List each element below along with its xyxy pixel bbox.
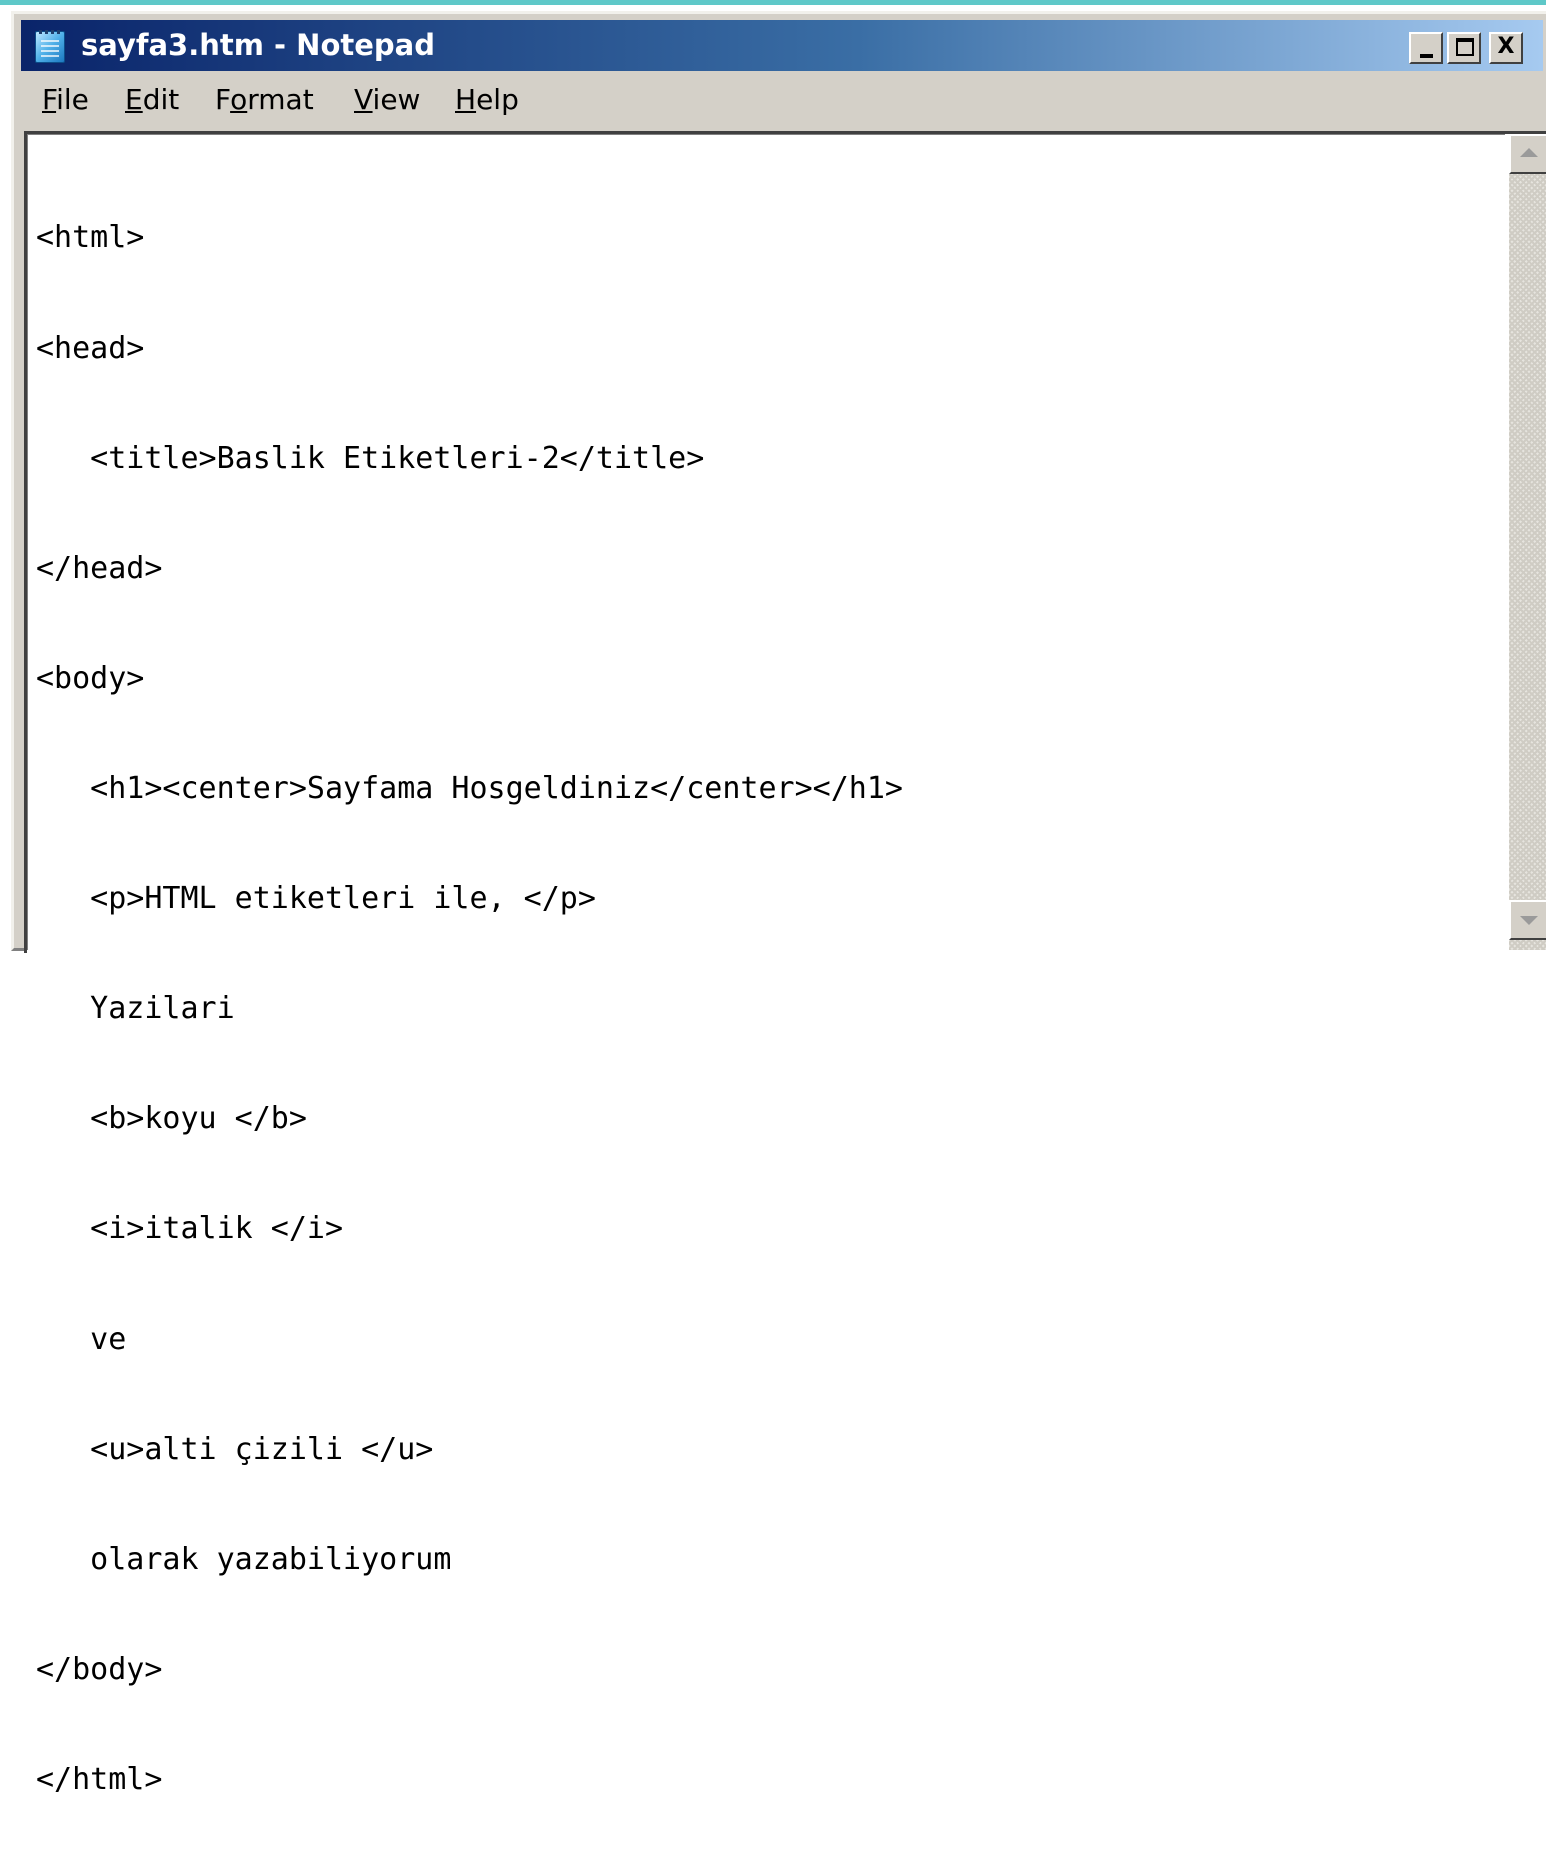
maximize-icon: [1456, 38, 1474, 56]
menu-help[interactable]: Help: [455, 83, 519, 117]
code-line: <b>koyu </b>: [36, 1101, 307, 1137]
code-line: </head>: [36, 550, 163, 586]
code-line: olarak yazabiliyorum: [36, 1541, 452, 1577]
close-button[interactable]: X: [1489, 32, 1523, 64]
menu-file-mnemonic: F: [42, 83, 57, 116]
menu-edit-mnemonic: E: [125, 83, 143, 116]
code-line: <title>Baslik Etiketleri-2</title>: [36, 440, 705, 476]
code-text[interactable]: <html> <head> <title>Baslik Etiketleri-2…: [36, 147, 903, 1872]
arrow-up-icon: [1520, 148, 1538, 157]
code-line: <u>alti çizili </u>: [36, 1431, 434, 1467]
code-line: ve: [36, 1321, 127, 1357]
notepad-window: sayfa3.htm - Notepad X File Edit Format …: [11, 11, 1546, 1797]
menu-file-label: ile: [56, 83, 89, 116]
code-line: <p>HTML etiketleri ile, </p>: [36, 881, 596, 917]
menu-view-mnemonic: V: [354, 83, 373, 116]
window-title: sayfa3.htm - Notepad: [81, 28, 435, 62]
code-line: </body>: [36, 1651, 163, 1687]
menu-view-label: iew: [372, 83, 421, 116]
code-line: <i>italik </i>: [36, 1211, 344, 1247]
menu-format-label: rmat: [247, 83, 314, 116]
vertical-scrollbar[interactable]: [1509, 134, 1546, 950]
menu-help-label: elp: [476, 83, 519, 116]
menu-edit-label: dit: [142, 83, 180, 116]
maximize-button[interactable]: [1447, 32, 1481, 64]
arrow-down-icon: [1520, 916, 1538, 925]
notepad-icon[interactable]: [35, 30, 65, 63]
scroll-down-button[interactable]: [1509, 900, 1546, 940]
code-line: <html>: [36, 220, 145, 256]
close-icon: X: [1497, 34, 1515, 59]
text-editor[interactable]: <html> <head> <title>Baslik Etiketleri-2…: [24, 131, 1546, 1797]
menu-edit[interactable]: Edit: [125, 83, 179, 117]
menu-format-mnemonic: o: [230, 83, 248, 116]
code-line: <head>: [36, 330, 145, 366]
menu-bar: File Edit Format View Help: [21, 73, 1543, 128]
text-area[interactable]: <html> <head> <title>Baslik Etiketleri-2…: [27, 134, 1505, 1797]
code-line: <h1><center>Sayfama Hosgeldiniz</center>…: [36, 770, 903, 806]
menu-view[interactable]: View: [354, 83, 420, 117]
scroll-up-button[interactable]: [1509, 134, 1546, 174]
code-line: Yazilari: [36, 991, 235, 1027]
menu-format-prefix: F: [215, 83, 231, 116]
minimize-button[interactable]: [1409, 32, 1443, 64]
code-line: <body>: [36, 660, 145, 696]
title-bar[interactable]: sayfa3.htm - Notepad X: [21, 20, 1543, 71]
minimize-icon: [1420, 54, 1433, 58]
menu-help-mnemonic: H: [455, 83, 477, 116]
menu-file[interactable]: File: [42, 83, 89, 117]
desktop-edge: [0, 0, 1546, 5]
code-line: </html>: [36, 1761, 163, 1797]
menu-format[interactable]: Format: [215, 83, 314, 117]
